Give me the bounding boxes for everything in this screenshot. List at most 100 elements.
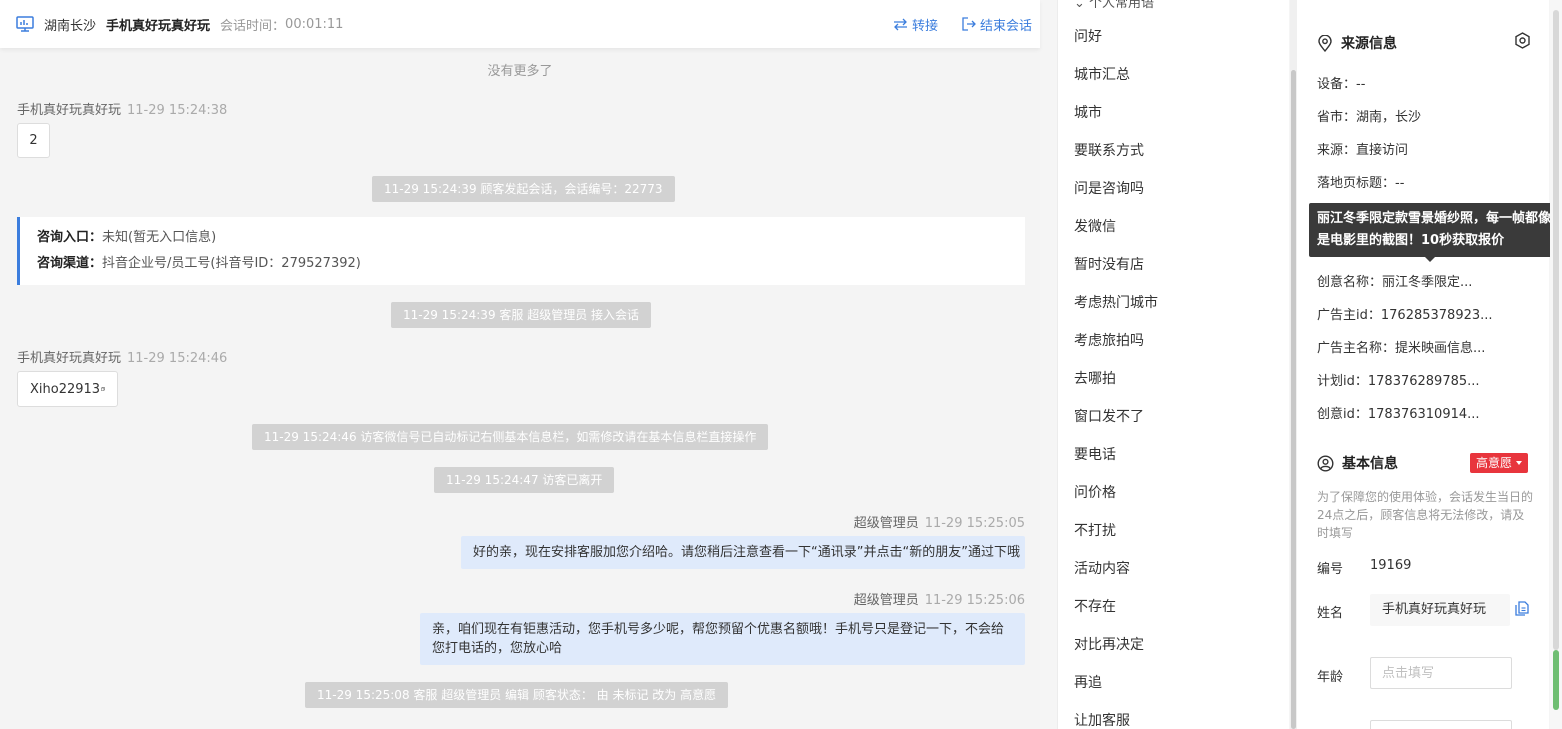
visitor-city: 湖南长沙 <box>44 18 97 34</box>
message-time: 11-29 15:25:06 <box>924 593 1025 608</box>
quick-reply-item[interactable]: 要联系方式 <box>1074 138 1158 176</box>
copy-icon[interactable] <box>101 383 105 395</box>
system-message: 11-29 15:24:47 访客已离开 <box>434 467 615 493</box>
quick-reply-heading[interactable]: ⌄ 个人常用语 <box>1074 0 1154 11</box>
transfer-label: 转接 <box>911 18 938 34</box>
wechat-id-text: Xiho22913 <box>30 381 101 397</box>
info-panel-scrollbar[interactable] <box>1550 0 1562 729</box>
quick-reply-item[interactable]: 不打扰 <box>1074 518 1158 556</box>
creative-id-label: 创意id： <box>1317 407 1368 422</box>
end-session-button[interactable]: 结束会话 <box>962 15 1032 34</box>
sender-name: 手机真好玩真好玩 <box>17 351 122 366</box>
scrollbar-thumb[interactable] <box>1291 70 1296 729</box>
quick-reply-item[interactable]: 发微信 <box>1074 214 1158 252</box>
quick-reply-item[interactable]: 要电话 <box>1074 442 1158 480</box>
quick-reply-item[interactable]: 城市 <box>1074 100 1158 138</box>
quick-reply-scrollbar[interactable] <box>1290 0 1297 729</box>
location-pin-icon <box>1318 34 1332 52</box>
sender-name: 手机真好玩真好玩 <box>17 103 122 118</box>
creative-name-row[interactable]: 创意名称：丽江冬季限定... <box>1317 271 1472 290</box>
chat-panel: 湖南长沙 手机真好玩真好玩 会话时间： 00:01:11 转接 结束会话 没有更… <box>0 0 1040 729</box>
device-label: 设备： <box>1317 77 1357 92</box>
user-circle-icon <box>1317 454 1334 472</box>
quick-reply-item[interactable]: 问好 <box>1074 24 1158 62</box>
basic-info-title-text: 基本信息 <box>1342 456 1398 472</box>
header-actions: 转接 结束会话 <box>869 0 1032 48</box>
sender-name: 超级管理员 <box>853 593 919 608</box>
quick-reply-item[interactable]: 去哪拍 <box>1074 366 1158 404</box>
visitor-message-meta: 手机真好玩真好玩 11-29 15:24:46 <box>17 347 227 366</box>
scrollbar-track-thumb[interactable] <box>1553 10 1559 650</box>
visitor-message: 2 <box>17 123 50 158</box>
transfer-icon <box>893 18 907 30</box>
quick-reply-item[interactable]: 城市汇总 <box>1074 62 1158 100</box>
transfer-button[interactable]: 转接 <box>893 15 938 34</box>
intent-status-label: 高意愿 <box>1476 456 1513 470</box>
system-message: 11-29 15:25:08 客服 超级管理员 编辑 顾客状态： 由 未标记 改… <box>305 682 729 708</box>
channel-label: 咨询渠道： <box>37 256 103 271</box>
no-more-text: 没有更多了 <box>487 64 553 79</box>
landing-title-row: 落地页标题：-- <box>1317 172 1404 191</box>
source-row: 来源：直接访问 <box>1317 139 1408 158</box>
quick-reply-item[interactable]: 问价格 <box>1074 480 1158 518</box>
province-row: 省市：湖南，长沙 <box>1317 106 1421 125</box>
creative-name-tooltip: 丽江冬季限定款雪景婚纱照，每一帧都像是电影里的截图！10秒获取报价 <box>1309 203 1559 262</box>
settings-icon[interactable] <box>1514 32 1531 49</box>
agent-message-meta: 超级管理员 11-29 15:25:06 <box>854 589 1025 608</box>
landing-title-value: -- <box>1395 176 1405 191</box>
message-time: 11-29 15:24:46 <box>127 351 228 366</box>
copy-name-icon[interactable] <box>1515 601 1529 616</box>
plan-id-label: 计划id： <box>1317 374 1368 389</box>
quick-reply-list: 问好 城市汇总 城市 要联系方式 问是咨询吗 发微信 暂时没有店 考虑热门城市 … <box>1074 24 1158 729</box>
quick-reply-item[interactable]: 对比再决定 <box>1074 632 1158 670</box>
quick-reply-item[interactable]: 活动内容 <box>1074 556 1158 594</box>
id-value: 19169 <box>1370 558 1412 573</box>
age-input[interactable] <box>1370 657 1512 689</box>
device-value: -- <box>1356 77 1366 92</box>
quick-reply-item[interactable]: 问是咨询吗 <box>1074 176 1158 214</box>
name-value: 手机真好玩真好玩 <box>1370 594 1510 626</box>
chevron-down-icon: ⌄ <box>1074 0 1090 11</box>
province-label: 省市： <box>1317 110 1357 125</box>
session-time: 00:01:11 <box>285 16 344 32</box>
scrollbar-thumb[interactable] <box>1553 650 1559 710</box>
advertiser-name-label: 广告主名称： <box>1317 341 1396 356</box>
end-session-label: 结束会话 <box>979 18 1032 34</box>
quick-reply-item[interactable]: 窗口发不了 <box>1074 404 1158 442</box>
quick-reply-item[interactable]: 考虑热门城市 <box>1074 290 1158 328</box>
source-info-title-text: 来源信息 <box>1341 36 1397 52</box>
advertiser-name-row: 广告主名称：提米映画信息... <box>1317 337 1485 356</box>
chat-header: 湖南长沙 手机真好玩真好玩 会话时间： 00:01:11 转接 结束会话 <box>0 0 1040 48</box>
basic-info-title: 基本信息 <box>1317 453 1398 473</box>
quick-reply-item[interactable]: 不存在 <box>1074 594 1158 632</box>
info-panel: 来源信息 设备：-- 省市：湖南，长沙 来源：直接访问 落地页标题：-- 创意名… <box>1297 0 1549 729</box>
intent-status-dropdown[interactable]: 高意愿 <box>1470 453 1529 473</box>
plan-id-row: 计划id：178376289785... <box>1317 370 1480 389</box>
quick-reply-item[interactable]: 考虑旅拍吗 <box>1074 328 1158 366</box>
message-time: 11-29 15:25:05 <box>924 516 1025 531</box>
advertiser-id-value: 176285378923... <box>1380 308 1493 323</box>
message-time: 11-29 15:24:38 <box>127 103 228 118</box>
creative-id-row: 创意id：178376310914... <box>1317 403 1480 422</box>
edit-notice: 为了保障您的使用体验，会话发生当日的24点之后，顾客信息将无法修改，请及时填写 <box>1317 490 1534 540</box>
system-message: 11-29 15:24:39 顾客发起会话，会话编号：22773 <box>372 176 675 202</box>
quick-reply-panel: ⌄ 个人常用语 问好 城市汇总 城市 要联系方式 问是咨询吗 发微信 暂时没有店… <box>1057 0 1289 729</box>
agent-message-meta: 超级管理员 11-29 15:25:05 <box>854 512 1025 531</box>
creative-name-label: 创意名称： <box>1317 275 1383 290</box>
quick-reply-item[interactable]: 再追 <box>1074 670 1158 708</box>
message-list[interactable]: 没有更多了 手机真好玩真好玩 11-29 15:24:38 2 11-29 15:… <box>0 48 1040 729</box>
next-field-input[interactable] <box>1370 720 1512 729</box>
quick-reply-item[interactable]: 暂时没有店 <box>1074 252 1158 290</box>
quick-reply-item[interactable]: 让加客服 <box>1074 708 1158 729</box>
id-label: 编号 <box>1317 562 1344 577</box>
tooltip-arrow <box>1425 257 1435 262</box>
creative-name-value: 丽江冬季限定... <box>1382 275 1473 290</box>
visitor-message[interactable]: Xiho22913 <box>17 371 118 407</box>
plan-id-value: 178376289785... <box>1367 374 1480 389</box>
logout-icon <box>962 17 976 31</box>
tooltip-text: 丽江冬季限定款雪景婚纱照，每一帧都像是电影里的截图！10秒获取报价 <box>1317 211 1552 248</box>
province-value: 湖南，长沙 <box>1356 110 1422 125</box>
system-message: 11-29 15:24:46 访客微信号已自动标记右侧基本信息栏，如需修改请在基… <box>252 424 769 450</box>
advertiser-id-row: 广告主id：176285378923... <box>1317 304 1493 323</box>
monitor-icon <box>16 16 34 32</box>
